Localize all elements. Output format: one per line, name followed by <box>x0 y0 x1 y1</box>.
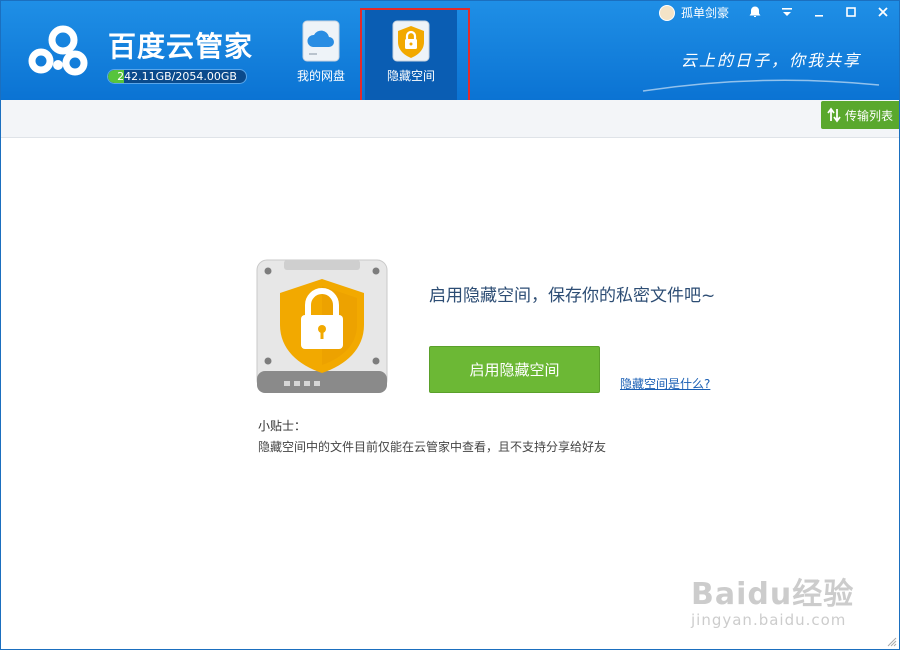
transfer-list-label: 传输列表 <box>844 108 893 123</box>
slogan-text: 云上的日子，你我共享 <box>681 51 862 70</box>
slogan-swish-decoration <box>642 79 880 92</box>
storage-quota-bar: 242.11GB/2054.00GB <box>107 69 247 84</box>
storage-quota-text: 242.11GB/2054.00GB <box>117 70 237 83</box>
menu-icon[interactable] <box>771 1 803 23</box>
cloud-disk-icon <box>302 20 340 62</box>
app-title: 百度云管家 <box>108 30 254 63</box>
what-is-hidden-space-link[interactable]: 隐藏空间是什么? <box>620 375 710 392</box>
app-window: 百度云管家 242.11GB/2054.00GB 我的网盘 隐藏空间 孤单剑豪 … <box>0 0 900 650</box>
hidden-space-panel: 启用隐藏空间，保存你的私密文件吧~ 启用隐藏空间 隐藏空间是什么? 小贴士： 隐… <box>1 139 899 649</box>
window-controls <box>739 1 899 23</box>
enable-hidden-space-button[interactable]: 启用隐藏空间 <box>429 346 600 393</box>
baidu-cloud-logo-icon <box>28 25 88 76</box>
bell-icon[interactable] <box>739 1 771 23</box>
close-icon[interactable] <box>867 1 899 23</box>
minimize-icon[interactable] <box>803 1 835 23</box>
watermark-url: jingyan.baidu.com <box>691 611 847 629</box>
transfer-list-button[interactable]: 传输列表 <box>820 101 899 129</box>
user-menu[interactable]: 孤单剑豪 <box>659 4 729 21</box>
watermark-brand: Baidu经验 <box>691 577 855 612</box>
tips-text: 隐藏空间中的文件目前仅能在云管家中查看，且不支持分享给好友 <box>258 440 607 454</box>
maximize-icon[interactable] <box>835 1 867 23</box>
resize-grip-icon[interactable] <box>887 637 897 647</box>
header-bar: 百度云管家 242.11GB/2054.00GB 我的网盘 隐藏空间 孤单剑豪 … <box>1 1 899 104</box>
tips-title: 小贴士： <box>258 419 307 433</box>
transfer-arrows-icon <box>827 107 841 123</box>
highlight-outline <box>360 8 470 104</box>
headline-text: 启用隐藏空间，保存你的私密文件吧~ <box>429 286 716 306</box>
safe-lock-illustration <box>256 259 388 393</box>
tab-my-netdisk-label: 我的网盘 <box>296 69 345 83</box>
toolbar: 传输列表 <box>1 100 899 138</box>
user-avatar <box>659 4 675 21</box>
baidu-jingyan-watermark: Baidu经验 jingyan.baidu.com <box>691 569 854 629</box>
tab-my-netdisk[interactable]: 我的网盘 <box>275 9 367 100</box>
user-name: 孤单剑豪 <box>681 6 730 20</box>
